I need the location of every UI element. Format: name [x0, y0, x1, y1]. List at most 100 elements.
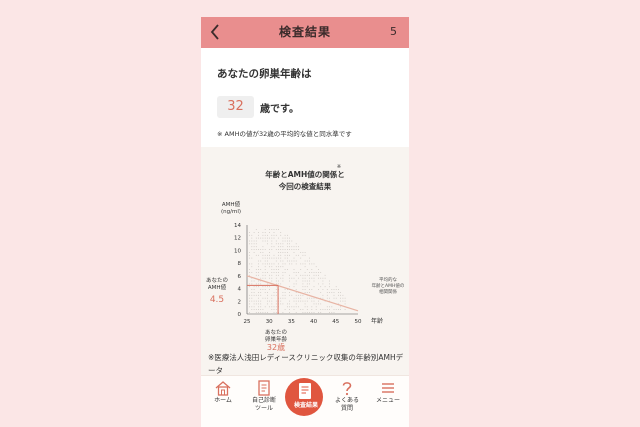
scatter-point: [271, 297, 273, 299]
scatter-point: [267, 257, 268, 259]
y-axis-label-line1: AMH値: [222, 200, 241, 208]
scatter-point: [258, 237, 259, 239]
scatter-point: [269, 286, 270, 288]
scatter-point: [302, 254, 304, 256]
scatter-point: [271, 263, 273, 265]
scatter-point: [313, 297, 315, 299]
scatter-point: [269, 277, 270, 279]
scatter-point: [258, 254, 259, 256]
scatter-point: [267, 303, 268, 305]
y-tick-label: 12: [234, 236, 241, 242]
scatter-point: [282, 252, 284, 253]
scatter-point: [249, 254, 250, 256]
scatter-point: [284, 240, 286, 242]
scatter-point: [340, 292, 341, 293]
scatter-point: [251, 237, 253, 239]
scatter-point: [278, 269, 279, 270]
scatter-point: [311, 297, 313, 299]
scatter-point: [311, 309, 313, 310]
scatter-point: [324, 286, 326, 288]
scatter-point: [284, 237, 286, 239]
scatter-point: [306, 283, 308, 285]
scatter-point: [267, 312, 268, 313]
scatter-point: [309, 277, 310, 279]
scatter-point: [306, 274, 308, 276]
scatter-point: [282, 240, 284, 242]
scatter-point: [282, 272, 284, 273]
tab-home[interactable]: ホーム: [203, 376, 243, 427]
scatter-point: [260, 309, 262, 310]
user-amh-value: 4.5: [210, 295, 224, 305]
scatter-point: [267, 286, 268, 288]
scatter-point: [264, 263, 266, 265]
scatter-point: [275, 294, 277, 296]
scatter-point: [271, 274, 273, 276]
scatter-point: [329, 292, 330, 293]
scatter-point: [251, 280, 253, 282]
scatter-point: [280, 249, 282, 250]
tab-self-check[interactable]: 自己診断 ツール: [244, 376, 284, 427]
scatter-point: [262, 254, 264, 256]
scatter-point: [298, 294, 299, 296]
scatter-point: [295, 246, 297, 248]
scatter-point: [342, 294, 344, 296]
scatter-point: [280, 257, 282, 259]
scatter-point: [295, 243, 297, 245]
scatter-point: [264, 260, 266, 262]
scatter-point: [251, 294, 253, 296]
tab-home-label: ホーム: [214, 397, 232, 404]
scatter-point: [295, 306, 297, 308]
scatter-point: [249, 274, 250, 276]
scatter-point: [326, 306, 328, 308]
scatter-point: [338, 309, 339, 310]
scatter-point: [284, 297, 286, 299]
scatter-point: [262, 232, 264, 233]
report-icon: [299, 383, 311, 399]
scatter-point: [273, 257, 275, 259]
scatter-point: [275, 283, 277, 285]
scatter-point: [260, 249, 262, 250]
scatter-point: [306, 260, 308, 262]
scatter-point: [309, 297, 310, 299]
tab-results[interactable]: 検査結果: [285, 376, 326, 427]
scatter-point: [260, 269, 262, 270]
scatter-point: [271, 246, 273, 248]
scatter-point: [255, 272, 257, 273]
scatter-point: [311, 300, 313, 302]
page-title: 検査結果: [278, 25, 331, 39]
scatter-point: [287, 240, 288, 242]
scatter-point: [282, 277, 284, 279]
scatter-point: [331, 312, 333, 313]
tab-results-label: 検査結果: [293, 402, 318, 409]
scatter-point: [260, 312, 262, 313]
scatter-point: [269, 263, 270, 265]
scatter-point: [253, 289, 255, 290]
trend-label-line3: 相関関係: [379, 288, 397, 295]
scatter-point: [333, 289, 335, 290]
scatter-point: [311, 277, 313, 279]
scatter-point: [275, 280, 277, 282]
scatter-point: [344, 309, 346, 310]
y-tick-label: 4: [238, 287, 242, 293]
scatter-point: [262, 246, 264, 248]
scatter-point: [295, 289, 297, 290]
x-tick-label: 40: [310, 319, 317, 325]
scatter-point: [313, 274, 315, 276]
scatter-point: [262, 263, 264, 265]
scatter-point: [287, 257, 288, 259]
scatter-point: [278, 254, 279, 256]
scatter-point: [295, 280, 297, 282]
scatter-point: [258, 306, 259, 308]
scatter-point: [326, 309, 328, 310]
scatter-point: [289, 237, 290, 239]
scatter-point: [249, 232, 250, 233]
scatter-point: [258, 297, 259, 299]
tab-faq[interactable]: よくある 質問: [327, 376, 367, 427]
scatter-point: [293, 297, 295, 299]
scatter-point: [298, 297, 299, 299]
scatter-point: [302, 252, 304, 253]
scatter-point: [249, 272, 250, 273]
scatter-point: [329, 306, 330, 308]
scatter-point: [275, 249, 277, 250]
tab-menu[interactable]: メニュー: [368, 376, 408, 427]
